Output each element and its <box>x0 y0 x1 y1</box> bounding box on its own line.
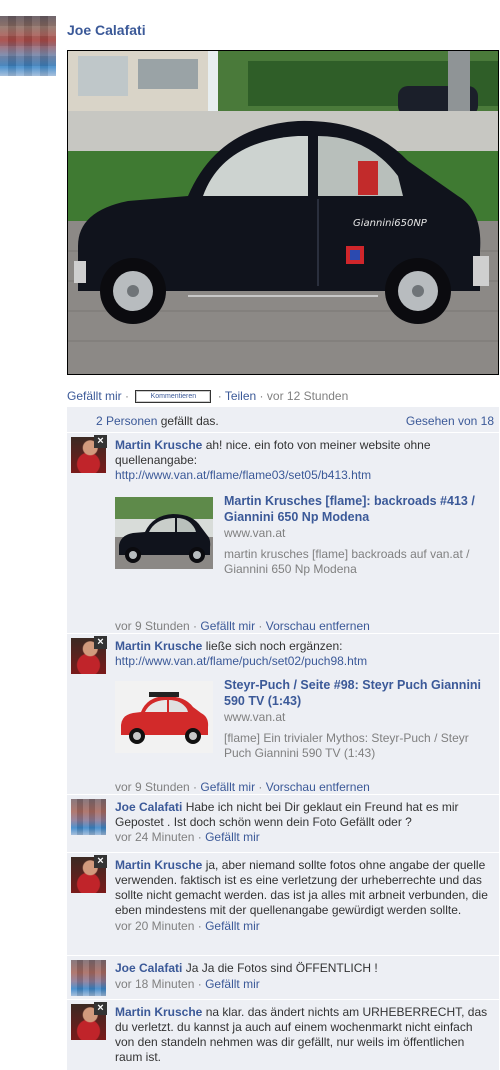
post-action-bar: Gefällt mir · Kommentieren · Teilen · vo… <box>67 389 349 404</box>
like-link[interactable]: Gefällt mir <box>67 389 122 403</box>
preview-title[interactable]: Martin Krusches [flame]: backroads #413 … <box>224 493 496 525</box>
seen-by-link[interactable]: Gesehen von 18 <box>406 414 494 428</box>
post-timestamp: vor 12 Stunden <box>266 389 349 403</box>
comment-timestamp: vor 18 Minuten <box>115 977 195 991</box>
comment-like-link[interactable]: Gefällt mir <box>205 830 260 844</box>
comment: Joe Calafati Ja Ja die Fotos sind ÖFFENT… <box>67 956 499 1000</box>
remove-preview-link[interactable]: Vorschau entfernen <box>266 619 370 633</box>
comment-author[interactable]: Martin Krusche <box>115 858 202 872</box>
preview-description: martin krusches [flame] backroads auf va… <box>224 547 470 576</box>
preview-thumbnail[interactable] <box>115 681 213 753</box>
comment-link[interactable]: http://www.van.at/flame/puch/set02/puch9… <box>115 654 367 668</box>
comment: × Martin Krusche na klar. das ändert nic… <box>67 1000 499 1070</box>
share-link[interactable]: Teilen <box>225 389 256 403</box>
comment-like-link[interactable]: Gefällt mir <box>200 619 255 633</box>
comment-author[interactable]: Martin Krusche <box>115 639 202 653</box>
comment-timestamp: vor 9 Stunden <box>115 619 190 633</box>
remove-preview-link[interactable]: Vorschau entfernen <box>266 780 370 794</box>
comment-timestamp: vor 24 Minuten <box>115 830 195 844</box>
comment-button[interactable]: Kommentieren <box>135 390 212 404</box>
preview-description: [flame] Ein trivialer Mythos: Steyr-Puch… <box>224 731 469 760</box>
likers-link[interactable]: 2 Personen <box>96 414 157 428</box>
preview-title[interactable]: Steyr-Puch / Seite #98: Steyr Puch Giann… <box>224 677 496 709</box>
close-icon[interactable]: × <box>94 855 107 868</box>
comment-link[interactable]: http://www.van.at/flame/flame03/set05/b4… <box>115 468 371 482</box>
comment-text: ließe sich noch ergänzen: <box>205 639 343 653</box>
comment-timestamp: vor 20 Minuten <box>115 919 195 933</box>
svg-text:Giannini650NP: Giannini650NP <box>353 218 428 229</box>
comment-author[interactable]: Joe Calafati <box>115 961 182 975</box>
commenter-avatar[interactable] <box>71 799 106 835</box>
preview-domain: www.van.at <box>224 710 286 724</box>
comment: × Martin Krusche ah! nice. ein foto von … <box>67 433 499 634</box>
post-author-avatar[interactable] <box>0 16 56 76</box>
close-icon[interactable]: × <box>94 435 107 448</box>
comment-meta: vor 9 Stunden · Gefällt mir · Vorschau e… <box>115 780 370 794</box>
comment-author[interactable]: Martin Krusche <box>115 1005 202 1019</box>
close-icon[interactable]: × <box>94 636 107 649</box>
comment-meta: vor 24 Minuten · Gefällt mir <box>115 830 260 844</box>
comment-like-link[interactable]: Gefällt mir <box>205 977 260 991</box>
close-icon[interactable]: × <box>94 1002 107 1015</box>
link-preview[interactable]: Martin Krusches [flame]: backroads #413 … <box>115 493 491 589</box>
preview-domain: www.van.at <box>224 526 286 540</box>
likes-summary: 2 Personen gefällt das. Gesehen von 18 <box>67 407 499 433</box>
comment-author[interactable]: Martin Krusche <box>115 438 202 452</box>
comment: Joe Calafati Habe ich nicht bei Dir gekl… <box>67 795 499 853</box>
comment-like-link[interactable]: Gefällt mir <box>200 780 255 794</box>
comment: × Martin Krusche ließe sich noch ergänze… <box>67 634 499 795</box>
post-photo[interactable]: Giannini650NP <box>67 50 499 375</box>
post-author-name[interactable]: Joe Calafati <box>67 22 146 38</box>
comment-meta: vor 18 Minuten · Gefällt mir <box>115 977 260 991</box>
comment-like-link[interactable]: Gefällt mir <box>205 919 260 933</box>
link-preview[interactable]: Steyr-Puch / Seite #98: Steyr Puch Giann… <box>115 677 491 773</box>
car-photo-image: Giannini650NP <box>68 51 498 374</box>
comment: × Martin Krusche ja, aber niemand sollte… <box>67 853 499 956</box>
comment-author[interactable]: Joe Calafati <box>115 800 182 814</box>
preview-thumbnail[interactable] <box>115 497 213 569</box>
comment-meta: vor 20 Minuten · Gefällt mir <box>115 919 260 933</box>
comment-text: Ja Ja die Fotos sind ÖFFENTLICH ! <box>185 961 378 975</box>
comment-meta: vor 9 Stunden · Gefällt mir · Vorschau e… <box>115 619 370 633</box>
feedback-box: 2 Personen gefällt das. Gesehen von 18 ×… <box>67 407 499 1070</box>
commenter-avatar[interactable] <box>71 960 106 996</box>
likes-text: gefällt das. <box>157 414 219 428</box>
comment-timestamp: vor 9 Stunden <box>115 780 190 794</box>
